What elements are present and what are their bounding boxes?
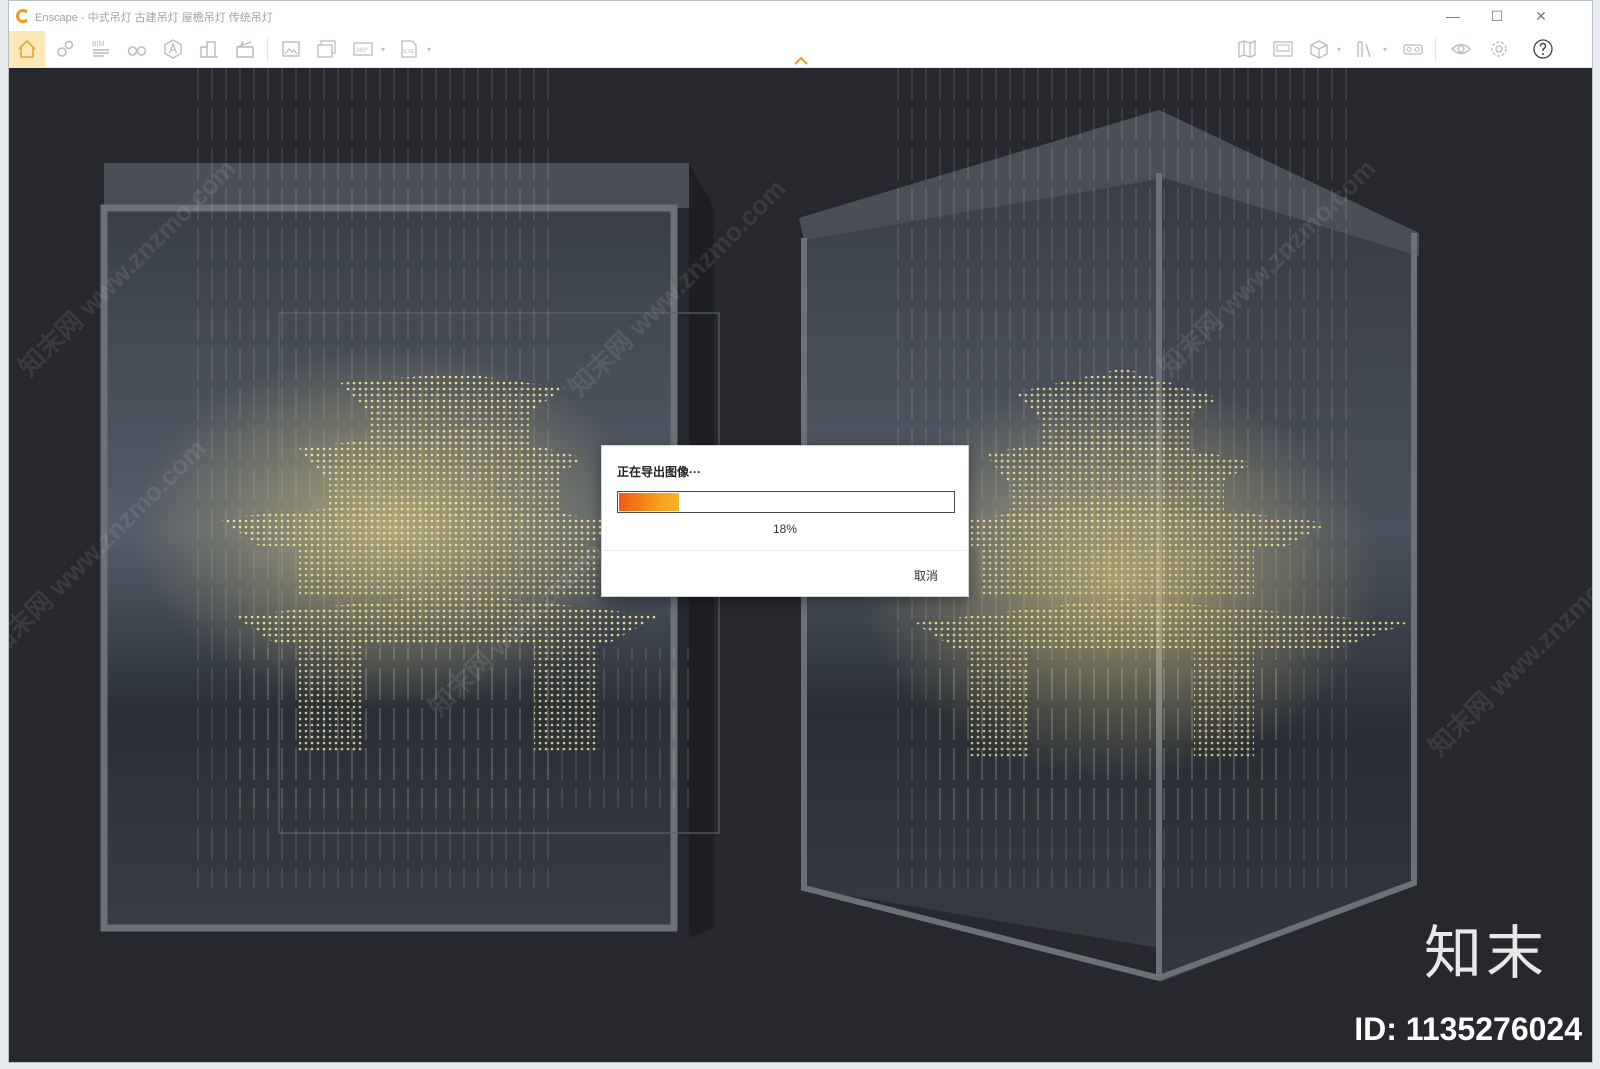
map-pin-icon (57, 40, 74, 57)
window-title: Enscape - 中式吊灯 古建吊灯 屋檐吊灯 传统吊灯 (35, 12, 273, 24)
enscape-window: Enscape - 中式吊灯 古建吊灯 屋檐吊灯 传统吊灯 — ☐ ✕ BIM (8, 0, 1593, 1063)
enscape-logo-icon (16, 9, 30, 23)
close-button[interactable]: ✕ (1529, 5, 1553, 27)
render-viewport[interactable]: 知末网 www.znzmo.com 知末网 www.znzmo.com 知末网 … (9, 68, 1592, 1062)
library-button[interactable] (1349, 33, 1381, 65)
export-dropdown-icon[interactable]: ▾ (427, 46, 435, 54)
cancel-button[interactable]: 取消 (914, 567, 938, 584)
minimize-button[interactable]: — (1441, 5, 1465, 27)
progress-fill (619, 493, 680, 511)
views-button[interactable] (49, 33, 81, 65)
book-icon (1357, 41, 1371, 58)
material-button[interactable] (1303, 33, 1335, 65)
toolbar-separator (267, 37, 268, 61)
svg-text:BIM: BIM (92, 41, 105, 48)
asset-icon (164, 39, 182, 59)
asset-library-button[interactable] (157, 33, 189, 65)
znzmo-logo: 知末 (1423, 919, 1548, 987)
maximize-button[interactable]: ☐ (1485, 5, 1509, 27)
export-progress-bar (617, 491, 955, 513)
settings-button[interactable] (1483, 33, 1515, 65)
video-button[interactable] (229, 33, 261, 65)
image-id-label: ID: 1135276024 (1354, 1011, 1582, 1047)
binoculars-button[interactable] (121, 33, 153, 65)
panorama-icon: 360° (353, 42, 373, 56)
svg-text:360°: 360° (356, 48, 369, 54)
export-button[interactable]: EXE (393, 33, 425, 65)
screenshot-button[interactable] (275, 33, 307, 65)
eye-icon (1451, 43, 1471, 55)
dialog-title: 正在导出图像··· (617, 465, 701, 479)
export-icon: EXE (401, 40, 417, 58)
panorama-button[interactable]: 360° (347, 33, 379, 65)
vr-headset-icon (1403, 44, 1423, 55)
bim-icon: BIM (92, 41, 109, 57)
export-progress-dialog: 正在导出图像··· 18% 取消 (601, 445, 969, 597)
toolbar-separator (1435, 37, 1436, 61)
help-button[interactable] (1527, 33, 1559, 65)
map-icon (1238, 40, 1256, 58)
video-editor-button[interactable] (1267, 33, 1299, 65)
batch-render-button[interactable] (311, 33, 343, 65)
clapper-icon (236, 41, 254, 58)
help-icon (1533, 39, 1553, 59)
binoculars-icon (127, 46, 147, 56)
progress-percent: 18% (772, 522, 798, 536)
screenshot-icon (282, 41, 300, 57)
cube-icon (1310, 40, 1328, 59)
home-icon (18, 39, 36, 58)
material-dropdown-icon[interactable]: ▾ (1337, 46, 1345, 54)
settings-icon (1491, 41, 1507, 57)
vr-button[interactable] (1397, 33, 1429, 65)
map-button[interactable] (1231, 33, 1263, 65)
buildings-icon (200, 41, 218, 58)
home-button[interactable] (9, 31, 45, 67)
collapse-toolbar-icon[interactable] (793, 55, 809, 67)
view-settings-button[interactable] (1445, 33, 1477, 65)
bim-button[interactable]: BIM (85, 33, 117, 65)
library-dropdown-icon[interactable]: ▾ (1383, 46, 1391, 54)
buildings-button[interactable] (193, 33, 225, 65)
title-bar: Enscape - 中式吊灯 古建吊灯 屋檐吊灯 传统吊灯 — ☐ ✕ (9, 1, 1592, 31)
panorama-dropdown-icon[interactable]: ▾ (381, 46, 389, 54)
dialog-footer: 取消 (602, 550, 968, 596)
video-editor-icon (1273, 41, 1293, 57)
batch-render-icon (317, 40, 336, 58)
svg-text:EXE: EXE (404, 49, 415, 55)
